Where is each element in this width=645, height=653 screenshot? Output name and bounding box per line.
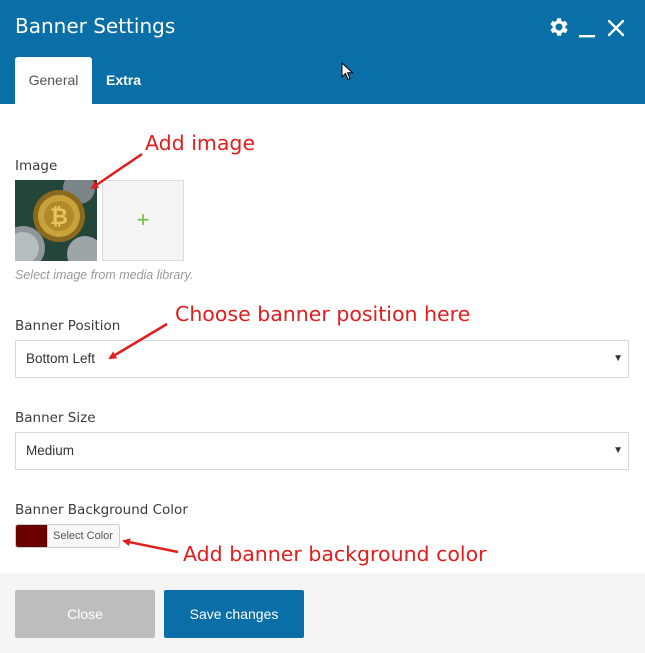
arrow-bg	[122, 538, 179, 554]
svg-text:₿: ₿	[50, 205, 68, 230]
chevron-down-icon: ▼	[613, 445, 623, 456]
image-help-text: Select image from media library.	[15, 268, 194, 282]
annotation-add-image: Add image	[145, 131, 256, 155]
banner-position-select[interactable]: Bottom Left ▼	[15, 340, 629, 378]
banner-size-label: Banner Size	[15, 410, 96, 426]
annotation-banner-position: Choose banner position here	[175, 302, 471, 326]
dialog-header: Banner Settings General Extra	[0, 0, 645, 104]
select-color-label: Select Color	[53, 530, 113, 542]
bitcoin-coins-image: ₿	[15, 180, 97, 261]
add-image-button[interactable]: +	[102, 180, 184, 261]
banner-size-value: Medium	[26, 443, 75, 458]
tab-general[interactable]: General	[15, 57, 92, 104]
color-picker-button[interactable]: Select Color	[15, 524, 120, 548]
minimize-icon[interactable]	[577, 20, 597, 40]
color-swatch[interactable]	[16, 525, 48, 547]
banner-position-value: Bottom Left	[26, 351, 96, 366]
dialog-title: Banner Settings	[15, 14, 176, 38]
close-icon[interactable]	[606, 18, 626, 38]
banner-bg-color-label: Banner Background Color	[15, 502, 188, 518]
tab-extra[interactable]: Extra	[96, 57, 151, 104]
mouse-cursor-icon	[341, 62, 354, 81]
banner-position-label: Banner Position	[15, 318, 121, 334]
save-changes-button[interactable]: Save changes	[164, 590, 304, 638]
image-thumbnail[interactable]: ₿	[15, 180, 97, 261]
annotation-banner-bg: Add banner background color	[183, 542, 487, 566]
close-button[interactable]: Close	[15, 590, 155, 638]
gear-icon[interactable]	[547, 14, 571, 40]
chevron-down-icon: ▼	[613, 353, 623, 364]
banner-size-select[interactable]: Medium ▼	[15, 432, 629, 470]
image-label: Image	[15, 158, 58, 174]
